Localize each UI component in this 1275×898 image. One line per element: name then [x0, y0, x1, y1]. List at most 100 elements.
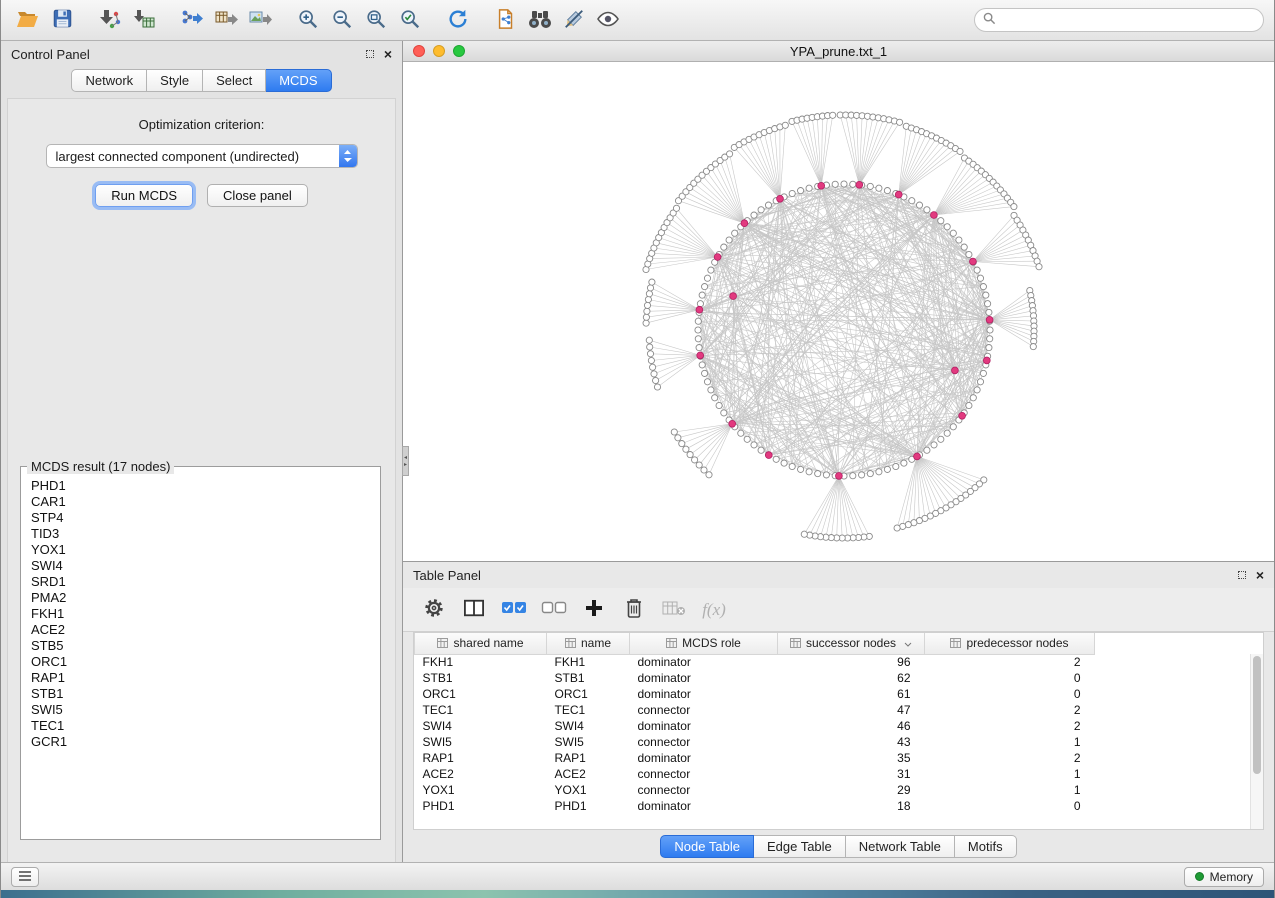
- import-table-button[interactable]: [127, 4, 161, 36]
- export-web-button[interactable]: [489, 4, 523, 36]
- mcds-result-node[interactable]: STP4: [31, 510, 370, 526]
- close-table-panel-icon[interactable]: ×: [1256, 568, 1264, 582]
- table-row[interactable]: FKH1FKH1dominator962: [415, 654, 1264, 670]
- float-panel-icon[interactable]: [366, 50, 374, 58]
- memory-button[interactable]: Memory: [1184, 867, 1264, 887]
- hamburger-icon: [18, 869, 32, 884]
- mcds-result-node[interactable]: TID3: [31, 526, 370, 542]
- mcds-result-node[interactable]: ORC1: [31, 654, 370, 670]
- table-row[interactable]: SWI5SWI5connector431: [415, 734, 1264, 750]
- delete-table-button[interactable]: [659, 595, 689, 625]
- mcds-result-node[interactable]: SRD1: [31, 574, 370, 590]
- search-input[interactable]: [1002, 13, 1255, 27]
- table-tab-node-table[interactable]: Node Table: [660, 835, 754, 858]
- add-column-button[interactable]: [579, 595, 609, 625]
- column-header-successor-nodes[interactable]: successor nodes: [778, 633, 925, 654]
- zoom-selected-button[interactable]: [393, 4, 427, 36]
- table-row[interactable]: YOX1YOX1connector291: [415, 782, 1264, 798]
- network-window-titlebar[interactable]: YPA_prune.txt_1: [403, 41, 1274, 62]
- unchecked-boxes-icon: [541, 598, 567, 621]
- zoom-selected-icon: [399, 8, 421, 33]
- column-header-name[interactable]: name: [547, 633, 630, 654]
- desktop-wallpaper-strip: [1, 890, 1274, 898]
- mcds-result-node[interactable]: STB5: [31, 638, 370, 654]
- trash-icon: [624, 597, 644, 622]
- node-table-container: shared namenameMCDS rolesuccessor nodesp…: [413, 632, 1264, 830]
- gear-icon: [423, 597, 445, 622]
- delete-column-button[interactable]: [619, 595, 649, 625]
- deselect-all-button[interactable]: [539, 595, 569, 625]
- tab-network[interactable]: Network: [71, 69, 147, 92]
- hide-annotations-button[interactable]: [557, 4, 591, 36]
- run-mcds-button[interactable]: Run MCDS: [95, 184, 193, 207]
- find-button[interactable]: [523, 4, 557, 36]
- zoom-fit-icon: [365, 8, 387, 33]
- table-scrollbar-thumb[interactable]: [1253, 656, 1261, 774]
- column-header-predecessor-nodes[interactable]: predecessor nodes: [925, 633, 1095, 654]
- function-builder-button[interactable]: f(x): [699, 595, 729, 625]
- tab-style[interactable]: Style: [147, 69, 203, 92]
- import-network-button[interactable]: [93, 4, 127, 36]
- mcds-result-node[interactable]: STB1: [31, 686, 370, 702]
- open-session-button[interactable]: [11, 4, 45, 36]
- table-row[interactable]: STB1STB1dominator620: [415, 670, 1264, 686]
- table-row[interactable]: SWI4SWI4dominator462: [415, 718, 1264, 734]
- zoom-fit-button[interactable]: [359, 4, 393, 36]
- criterion-select[interactable]: largest connected component (undirected): [46, 144, 358, 168]
- mcds-result-node[interactable]: GCR1: [31, 734, 370, 750]
- network-view[interactable]: [403, 62, 1274, 561]
- show-columns-button[interactable]: [459, 595, 489, 625]
- zoom-out-button[interactable]: [325, 4, 359, 36]
- export-image-button[interactable]: [243, 4, 277, 36]
- table-grid-icon: [790, 637, 801, 651]
- apply-layout-button[interactable]: [441, 4, 475, 36]
- table-tab-edge-table[interactable]: Edge Table: [754, 835, 846, 858]
- application-window: Control Panel × NetworkStyleSelectMCDS O…: [0, 0, 1275, 898]
- column-header-MCDS-role[interactable]: MCDS role: [630, 633, 778, 654]
- mcds-result-node[interactable]: CAR1: [31, 494, 370, 510]
- table-settings-button[interactable]: [419, 595, 449, 625]
- table-grid-icon: [666, 637, 677, 651]
- table-scrollbar[interactable]: [1250, 654, 1263, 829]
- mcds-result-node[interactable]: SWI5: [31, 702, 370, 718]
- toolbar-search[interactable]: [974, 8, 1264, 32]
- panel-divider-handle[interactable]: ◂▸: [402, 446, 409, 476]
- mcds-result-node[interactable]: ACE2: [31, 622, 370, 638]
- control-panel: Control Panel × NetworkStyleSelectMCDS O…: [1, 41, 403, 862]
- float-table-panel-icon[interactable]: [1238, 571, 1246, 579]
- table-row[interactable]: ACE2ACE2connector311: [415, 766, 1264, 782]
- close-panel-button[interactable]: Close panel: [207, 184, 308, 207]
- table-row[interactable]: TEC1TEC1connector472: [415, 702, 1264, 718]
- table-row[interactable]: PHD1PHD1dominator180: [415, 798, 1264, 814]
- refresh-icon: [447, 8, 469, 33]
- node-table: shared namenameMCDS rolesuccessor nodesp…: [414, 633, 1263, 814]
- close-panel-icon[interactable]: ×: [384, 47, 392, 61]
- tab-mcds[interactable]: MCDS: [266, 69, 331, 92]
- table-toolbar: f(x): [403, 588, 1274, 632]
- export-table-button[interactable]: [209, 4, 243, 36]
- table-row[interactable]: ORC1ORC1dominator610: [415, 686, 1264, 702]
- mcds-result-node[interactable]: RAP1: [31, 670, 370, 686]
- eye-icon: [596, 10, 620, 31]
- document-share-icon: [495, 8, 517, 33]
- select-all-button[interactable]: [499, 595, 529, 625]
- table-tab-motifs[interactable]: Motifs: [955, 835, 1017, 858]
- save-session-button[interactable]: [45, 4, 79, 36]
- status-menu-button[interactable]: [11, 867, 39, 887]
- mcds-result-node[interactable]: SWI4: [31, 558, 370, 574]
- memory-status-icon: [1195, 872, 1204, 881]
- mcds-result-box: MCDS result (17 nodes) PHD1CAR1STP4TID3Y…: [20, 466, 381, 840]
- table-tab-network-table[interactable]: Network Table: [846, 835, 955, 858]
- mcds-result-node[interactable]: PHD1: [31, 478, 370, 494]
- tab-select[interactable]: Select: [203, 69, 266, 92]
- mcds-result-node[interactable]: PMA2: [31, 590, 370, 606]
- table-row[interactable]: RAP1RAP1dominator352: [415, 750, 1264, 766]
- zoom-in-button[interactable]: [291, 4, 325, 36]
- mcds-result-node[interactable]: TEC1: [31, 718, 370, 734]
- mcds-result-node[interactable]: FKH1: [31, 606, 370, 622]
- mcds-result-node[interactable]: YOX1: [31, 542, 370, 558]
- export-network-button[interactable]: [175, 4, 209, 36]
- column-header-shared-name[interactable]: shared name: [415, 633, 547, 654]
- open-folder-icon: [16, 8, 40, 33]
- graphics-details-button[interactable]: [591, 4, 625, 36]
